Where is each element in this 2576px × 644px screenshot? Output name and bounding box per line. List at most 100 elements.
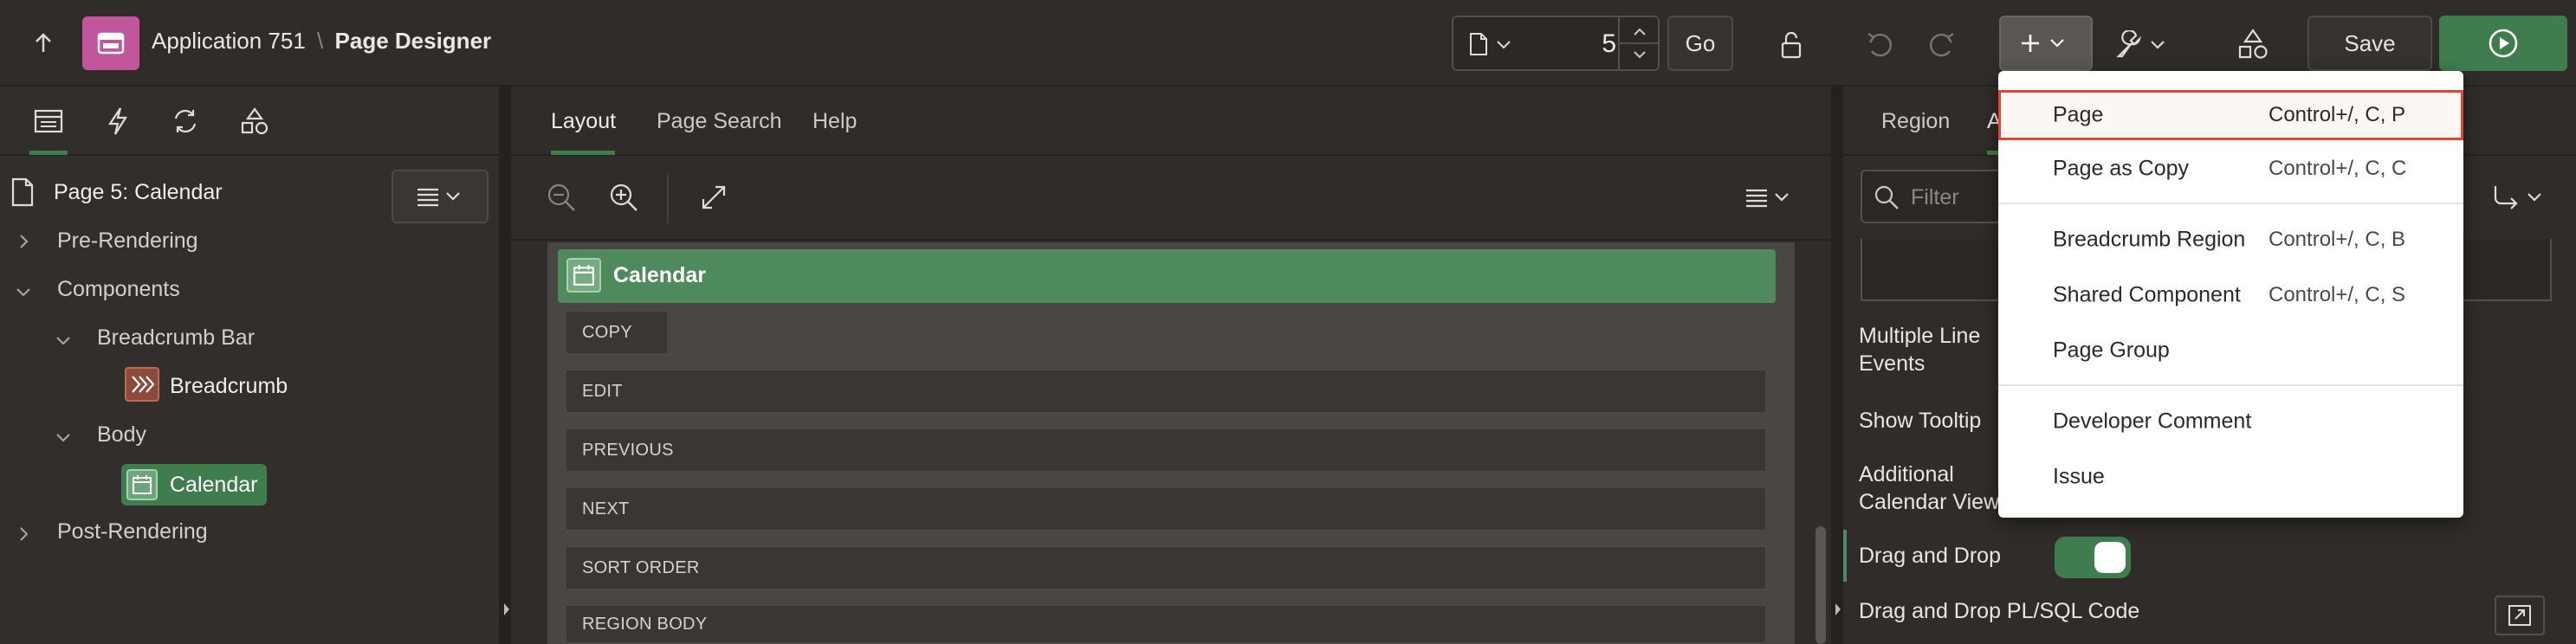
label-drag-and-drop: Drag and Drop <box>1859 544 2001 568</box>
menu-item-shortcut: Control+/, C, C <box>2269 157 2407 180</box>
rendering-tab-icon[interactable] <box>31 106 66 137</box>
menu-item-shared-component[interactable]: Shared Component Control+/, C, S <box>1998 268 2463 322</box>
menu-item-label: Page <box>2053 102 2104 127</box>
menu-item-breadcrumb-region[interactable]: Breadcrumb Region Control+/, C, B <box>1998 213 2463 267</box>
label-line-1: Multiple Line <box>1859 324 1981 348</box>
tab-help[interactable]: Help <box>812 109 857 134</box>
breadcrumb-separator: \ <box>317 28 324 54</box>
menu-item-shortcut: Control+/, C, S <box>2269 283 2406 306</box>
chevron-down-icon[interactable] <box>55 429 71 445</box>
undo-icon[interactable] <box>1861 26 1899 64</box>
chevron-down-icon <box>1495 36 1512 54</box>
calendar-icon <box>566 258 601 293</box>
menu-item-label: Breadcrumb Region <box>2053 227 2246 252</box>
layout-scrollbar[interactable] <box>1815 526 1826 644</box>
menu-item-label: Page as Copy <box>2053 156 2190 181</box>
save-button[interactable]: Save <box>2307 16 2432 71</box>
menu-item-page-group[interactable]: Page Group <box>1998 324 2463 377</box>
label-show-tooltip: Show Tooltip <box>1859 409 1982 433</box>
menu-item-page[interactable]: Page Control+/, C, P <box>1998 90 2463 140</box>
zoom-out-icon[interactable] <box>544 180 579 215</box>
chevron-right-icon[interactable] <box>16 234 31 249</box>
layout-menu-icon[interactable] <box>1741 182 1796 213</box>
search-icon <box>1873 184 1900 211</box>
tab-page-search[interactable]: Page Search <box>657 109 782 134</box>
tree-item-calendar-selected[interactable]: Calendar <box>121 464 267 506</box>
wrench-icon[interactable] <box>2113 26 2169 64</box>
lock-icon[interactable] <box>1772 26 1810 64</box>
shared-components-tab-icon[interactable] <box>237 104 272 138</box>
page-label[interactable]: Page 5: Calendar <box>54 180 223 205</box>
tree-item-breadcrumb[interactable]: Breadcrumb <box>170 374 288 399</box>
tab-layout-indicator <box>551 151 615 155</box>
breadcrumb-region-icon <box>125 367 159 402</box>
tree-item-calendar-label: Calendar <box>170 473 258 497</box>
label-multiple-line-events: Multiple Line Events <box>1859 322 1980 377</box>
position-region-body[interactable]: REGION BODY <box>565 604 1767 644</box>
tree-item-post-rendering[interactable]: Post-Rendering <box>57 519 208 544</box>
app-name-link[interactable]: Application 751 <box>152 28 306 54</box>
chevron-down-icon[interactable] <box>55 332 71 348</box>
menu-separator <box>1998 384 2463 386</box>
tree-item-body[interactable]: Body <box>97 422 146 448</box>
page-title: Page Designer <box>334 28 492 54</box>
position-next[interactable]: NEXT <box>565 486 1767 531</box>
up-arrow-icon[interactable] <box>26 26 61 61</box>
menu-item-shortcut: Control+/, C, B <box>2269 228 2406 251</box>
position-edit[interactable]: EDIT <box>565 369 1767 414</box>
calendar-icon <box>126 469 158 500</box>
rendering-tab-indicator <box>29 151 68 155</box>
label-additional-calendar-views: Additional Calendar Views <box>1859 460 2010 516</box>
filter-input[interactable]: Filter <box>1861 170 2016 223</box>
page-selector[interactable]: 5 <box>1452 16 1660 71</box>
page-number-input[interactable]: 5 <box>1531 29 1616 59</box>
toggle-knob <box>2094 542 2126 573</box>
drag-and-drop-toggle[interactable] <box>2055 537 2131 578</box>
chevron-right-icon[interactable] <box>16 526 31 542</box>
layout-toolbar <box>511 158 1831 241</box>
shared-components-icon[interactable] <box>2233 24 2273 64</box>
left-splitter[interactable] <box>501 87 511 644</box>
menu-item-label: Issue <box>2053 464 2105 489</box>
label-line-1: Additional <box>1859 462 1954 486</box>
tab-attributes-indicator <box>1987 151 1999 155</box>
create-menu-button[interactable] <box>1999 16 2093 71</box>
go-to-group-icon[interactable] <box>2486 178 2555 216</box>
position-previous[interactable]: PREVIOUS <box>565 428 1767 473</box>
run-page-button[interactable] <box>2439 16 2567 71</box>
menu-item-issue[interactable]: Issue <box>1998 450 2463 504</box>
tab-region[interactable]: Region <box>1881 109 1950 134</box>
tree-item-components[interactable]: Components <box>57 277 180 302</box>
zoom-in-icon[interactable] <box>606 180 641 215</box>
processing-icon[interactable] <box>168 104 203 138</box>
menu-separator <box>1998 203 2463 204</box>
redo-icon[interactable] <box>1923 26 1961 64</box>
left-panel-tabs <box>0 87 501 156</box>
position-sort-order[interactable]: SORT ORDER <box>565 545 1767 590</box>
tree-menu-button[interactable] <box>392 170 489 223</box>
tree-item-pre-rendering[interactable]: Pre-Rendering <box>57 229 198 254</box>
create-dropdown-menu: Page Control+/, C, P Page as Copy Contro… <box>1998 71 2463 518</box>
app-icon[interactable] <box>82 16 139 70</box>
go-button[interactable]: Go <box>1667 16 1733 71</box>
filter-placeholder: Filter <box>1911 185 1959 209</box>
tab-layout[interactable]: Layout <box>551 109 616 134</box>
tree-item-breadcrumb-bar[interactable]: Breadcrumb Bar <box>97 325 255 351</box>
page-spinner[interactable] <box>1618 17 1660 69</box>
menu-item-label: Page Group <box>2053 338 2170 363</box>
active-row-marker <box>1843 530 1847 582</box>
expand-icon[interactable] <box>696 180 731 215</box>
layout-panel: Layout Page Search Help Calendar COPY ED… <box>511 87 1831 644</box>
open-editor-icon[interactable] <box>2495 596 2545 635</box>
page-icon <box>1466 31 1492 57</box>
region-title: Calendar <box>613 263 706 287</box>
center-tabs: Layout Page Search Help <box>511 87 1831 156</box>
position-copy[interactable]: COPY <box>565 310 669 355</box>
right-splitter[interactable] <box>1831 87 1843 644</box>
label-line-2: Calendar Views <box>1859 490 2010 514</box>
lightning-icon[interactable] <box>100 104 135 138</box>
menu-item-page-as-copy[interactable]: Page as Copy Control+/, C, C <box>1998 142 2463 196</box>
region-header-calendar[interactable]: Calendar <box>558 249 1776 303</box>
menu-item-developer-comment[interactable]: Developer Comment <box>1998 395 2463 448</box>
chevron-down-icon[interactable] <box>16 284 31 299</box>
